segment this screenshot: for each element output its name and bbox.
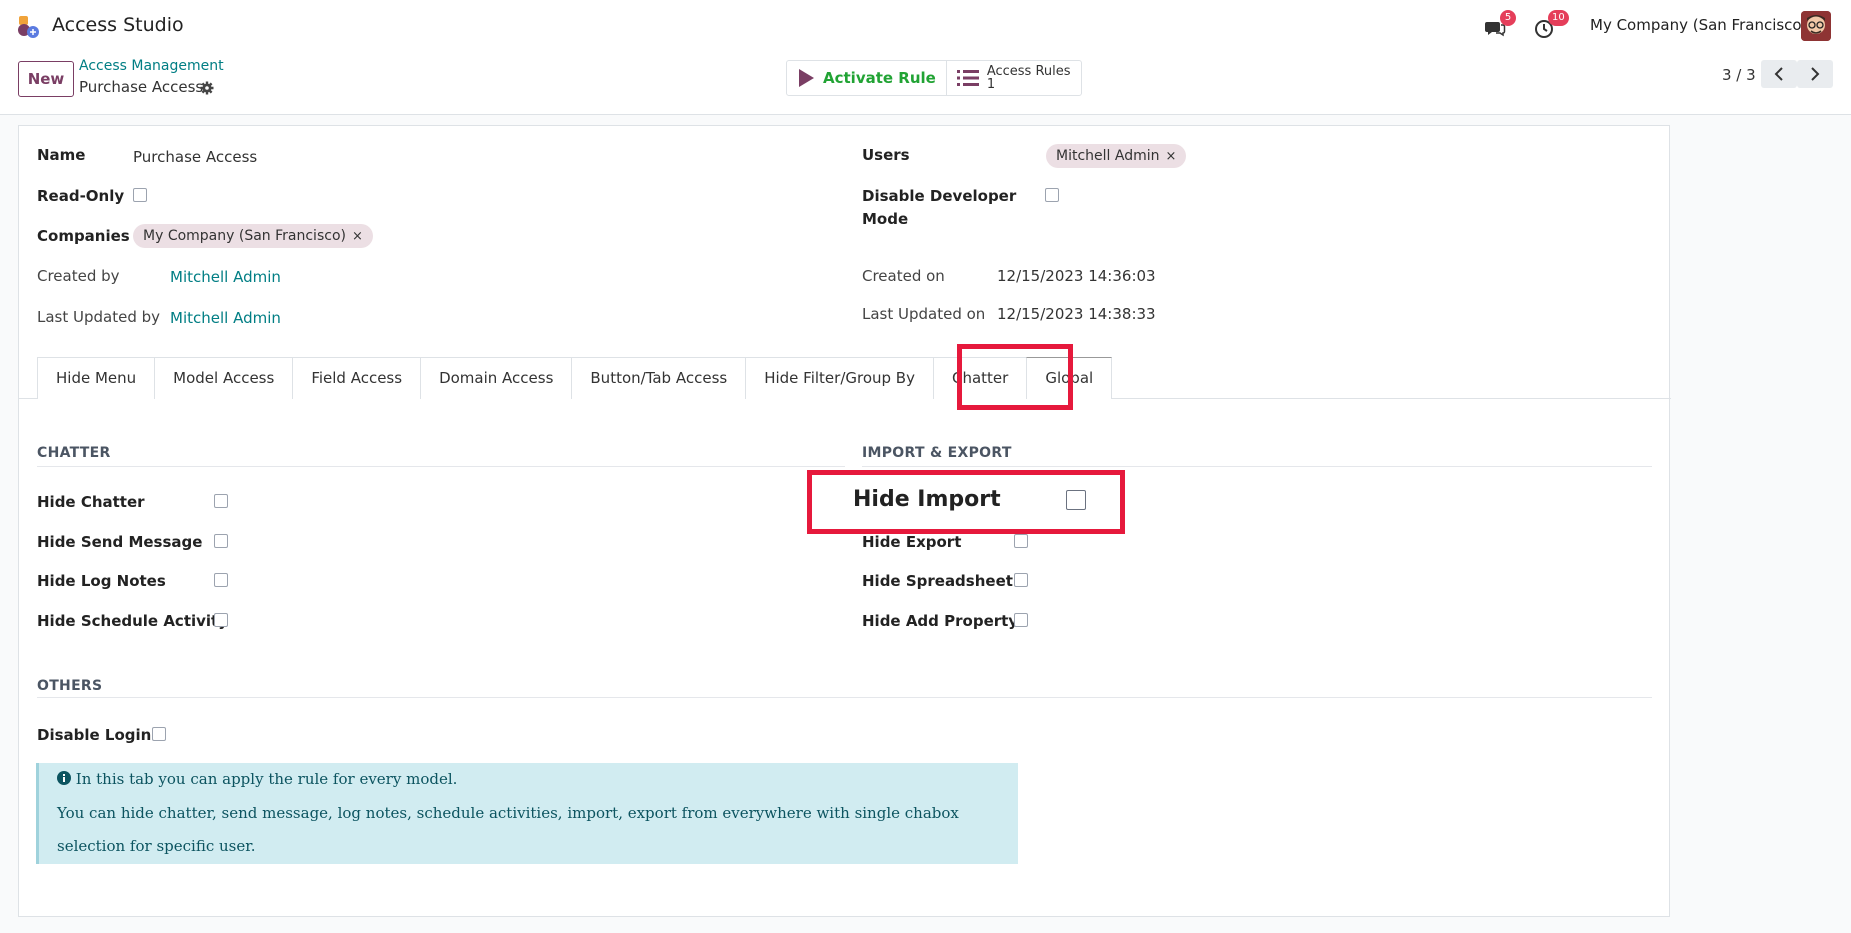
highlight-hide-import [807, 470, 1125, 534]
tab-domain-access[interactable]: Domain Access [420, 357, 572, 399]
info-icon [57, 771, 71, 785]
breadcrumb-parent[interactable]: Access Management [79, 58, 224, 74]
top-navbar: Access Studio 5 10 My Company (San Franc… [0, 0, 1851, 52]
hide-add-property-label: Hide Add Property [862, 612, 1019, 630]
highlight-global-tab [957, 344, 1073, 410]
disable-dev-label-2: Mode [862, 210, 909, 228]
smart-buttons: Activate Rule Access Rules 1 [786, 60, 1082, 96]
activities-badge: 10 [1548, 10, 1569, 26]
others-divider [37, 697, 1652, 698]
hide-chatter-label: Hide Chatter [37, 493, 145, 511]
new-button[interactable]: New [18, 61, 74, 97]
activate-rule-label: Activate Rule [823, 69, 936, 87]
breadcrumb-current: Purchase Access [79, 78, 204, 96]
hide-send-message-label: Hide Send Message [37, 533, 203, 551]
hide-chatter-checkbox[interactable] [214, 494, 228, 508]
created-on-label: Created on [862, 267, 945, 285]
hide-send-message-checkbox[interactable] [214, 534, 228, 548]
chatter-section-title: CHATTER [37, 445, 111, 461]
app-title[interactable]: Access Studio [52, 14, 184, 36]
hide-log-notes-checkbox[interactable] [214, 573, 228, 587]
name-label: Name [37, 146, 86, 164]
readonly-checkbox[interactable] [133, 188, 147, 202]
play-icon [799, 69, 814, 87]
hide-spreadsheet-label: Hide Spreadsheet [862, 572, 1013, 590]
created-on-value: 12/15/2023 14:36:03 [997, 267, 1156, 285]
tab-hide-menu[interactable]: Hide Menu [37, 357, 155, 399]
chevron-left-icon [1774, 67, 1783, 81]
pager-previous-button[interactable] [1761, 60, 1797, 88]
tab-field-access[interactable]: Field Access [292, 357, 421, 399]
messages-badge: 5 [1500, 10, 1516, 26]
info-line-2: You can hide chatter, send message, log … [57, 804, 959, 822]
created-by-label: Created by [37, 267, 120, 285]
pager-next-button[interactable] [1797, 60, 1833, 88]
company-tag[interactable]: My Company (San Francisco) × [133, 224, 373, 248]
others-section-title: OTHERS [37, 678, 103, 694]
chat-icon[interactable]: 5 [1484, 10, 1516, 40]
disable-login-label: Disable Login [37, 726, 152, 744]
company-tag-label: My Company (San Francisco) [143, 228, 346, 244]
import-export-divider [862, 466, 1652, 467]
hide-export-checkbox[interactable] [1014, 534, 1028, 548]
disable-dev-label: Disable Developer [862, 187, 1017, 205]
app-logo-icon[interactable] [16, 14, 42, 40]
access-rules-button[interactable]: Access Rules 1 [945, 61, 1081, 95]
chatter-divider [37, 466, 845, 467]
hide-log-notes-label: Hide Log Notes [37, 572, 166, 590]
users-label: Users [862, 146, 910, 164]
info-line-1: In this tab you can apply the rule for e… [75, 770, 458, 788]
name-field[interactable]: Purchase Access [133, 148, 257, 166]
info-alert: In this tab you can apply the rule for e… [36, 763, 1018, 864]
tab-hide-filter-group-by[interactable]: Hide Filter/Group By [745, 357, 933, 399]
avatar[interactable] [1801, 11, 1831, 41]
pager-value: 3 / 3 [1722, 66, 1756, 84]
last-updated-on-label: Last Updated on [862, 305, 986, 323]
notebook-tabs: Hide Menu Model Access Field Access Doma… [37, 357, 1113, 399]
hide-export-label: Hide Export [862, 533, 962, 551]
control-panel: New Access Management Purchase Access Ac… [0, 52, 1851, 115]
last-updated-by-label: Last Updated by [37, 308, 161, 326]
created-by-link[interactable]: Mitchell Admin [170, 268, 281, 286]
access-rules-label: Access Rules [986, 64, 1071, 79]
disable-dev-checkbox[interactable] [1045, 188, 1059, 202]
activate-rule-button[interactable]: Activate Rule [787, 61, 946, 95]
clock-icon[interactable]: 10 [1534, 10, 1569, 40]
readonly-label: Read-Only [37, 187, 125, 205]
hide-add-property-checkbox[interactable] [1014, 613, 1028, 627]
info-line-3: selection for specific user. [57, 837, 256, 855]
company-switcher[interactable]: My Company (San Francisco) [1590, 16, 1807, 34]
gear-icon[interactable] [200, 80, 214, 95]
last-updated-on-value: 12/15/2023 14:38:33 [997, 305, 1156, 323]
disable-login-checkbox[interactable] [152, 727, 166, 741]
last-updated-by-link[interactable]: Mitchell Admin [170, 309, 281, 327]
list-icon [956, 70, 979, 86]
chevron-right-icon [1811, 67, 1820, 81]
hide-spreadsheet-checkbox[interactable] [1014, 573, 1028, 587]
access-rules-count: 1 [986, 77, 996, 92]
tab-model-access[interactable]: Model Access [154, 357, 293, 399]
hide-schedule-activity-checkbox[interactable] [214, 613, 228, 627]
hide-schedule-activity-label: Hide Schedule Activity [37, 612, 229, 630]
user-tag[interactable]: Mitchell Admin × [1046, 144, 1187, 168]
remove-tag-icon[interactable]: × [352, 229, 363, 244]
companies-label: Companies [37, 227, 130, 245]
user-tag-label: Mitchell Admin [1056, 148, 1160, 164]
remove-tag-icon[interactable]: × [1166, 149, 1177, 164]
import-export-section-title: IMPORT & EXPORT [862, 445, 1012, 461]
tab-button-tab-access[interactable]: Button/Tab Access [571, 357, 746, 399]
